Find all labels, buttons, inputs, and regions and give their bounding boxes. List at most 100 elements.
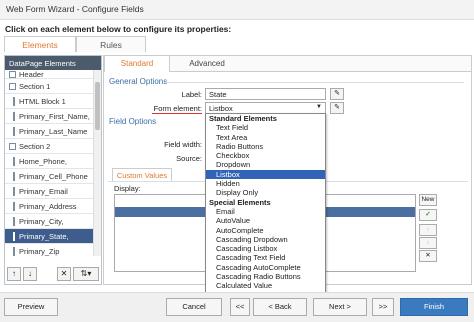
section-icon: [9, 70, 16, 78]
preview-button[interactable]: Preview: [4, 298, 58, 316]
move-value-down-button[interactable]: ↓: [419, 237, 437, 249]
field-icon: [13, 96, 15, 106]
element-item-label: Section 1: [19, 81, 51, 91]
label-edit-button[interactable]: ✎: [330, 88, 344, 100]
dropdown-option[interactable]: Hidden: [206, 179, 325, 188]
section-item[interactable]: Section 1: [5, 79, 95, 94]
dropdown-option[interactable]: Cascading Dropdown: [206, 235, 325, 244]
element-item[interactable]: Home_Phone,: [5, 154, 95, 169]
section-item[interactable]: Header: [5, 70, 95, 79]
element-item[interactable]: Primary_Last_Name: [5, 124, 95, 139]
dropdown-option[interactable]: AutoComplete: [206, 226, 325, 235]
element-item-label: Header: [19, 70, 44, 79]
properties-tab-strip: Standard Advanced: [104, 56, 471, 72]
move-down-button[interactable]: ↓: [23, 267, 37, 281]
element-item-label: HTML Block 1: [19, 96, 66, 106]
move-up-button[interactable]: ↑: [7, 267, 21, 281]
field-icon: [13, 171, 15, 181]
dropdown-option[interactable]: AutoValue: [206, 216, 325, 225]
element-item-label: Primary_Last_Name: [19, 126, 88, 136]
move-value-up-button[interactable]: ↑: [419, 224, 437, 236]
close-icon: ✕: [425, 252, 431, 259]
arrow-down-icon: ↓: [426, 239, 430, 246]
scrollbar-thumb[interactable]: [95, 82, 100, 130]
new-value-button[interactable]: New: [419, 194, 437, 206]
label-input[interactable]: State: [205, 88, 326, 100]
dropdown-option[interactable]: Listbox: [206, 169, 325, 180]
cancel-button[interactable]: Cancel: [166, 298, 222, 316]
element-list-toolbar: ↑ ↓ ✕ ⇅▾: [7, 267, 101, 283]
form-element-edit-button[interactable]: ✎: [330, 102, 344, 114]
dropdown-option[interactable]: Display Only: [206, 188, 325, 197]
label-caption: Label:: [181, 90, 202, 99]
element-item[interactable]: Primary_Address: [5, 199, 95, 214]
dropdown-option[interactable]: Cascading Text Field: [206, 253, 325, 262]
element-list-scrollbar[interactable]: [93, 70, 101, 256]
element-item-label: Section 2: [19, 141, 51, 151]
field-icon: [13, 156, 15, 166]
form-element-annotation: [152, 113, 202, 114]
accept-value-button[interactable]: ✓: [419, 209, 437, 221]
element-item-label: Home_Phone,: [19, 156, 67, 166]
dropdown-option[interactable]: Cascading AutoComplete: [206, 263, 325, 272]
delete-value-button[interactable]: ✕: [419, 250, 437, 262]
dropdown-option[interactable]: Email: [206, 207, 325, 216]
form-element-caption: Form element:: [153, 104, 202, 113]
cancel-button-label: Cancel: [182, 302, 206, 311]
element-item[interactable]: Primary_City,: [5, 214, 95, 229]
next-button-label: Next >: [329, 302, 351, 311]
label-input-value: State: [209, 90, 227, 99]
element-item[interactable]: HTML Block 1: [5, 94, 95, 109]
dropdown-option[interactable]: Radio Buttons: [206, 142, 325, 151]
dropdown-option[interactable]: Cascading Radio Buttons: [206, 272, 325, 281]
field-width-caption: Field width:: [164, 140, 202, 149]
element-item-label: Primary_Zip: [19, 246, 60, 256]
element-item[interactable]: Primary_State,: [5, 229, 95, 244]
first-step-button[interactable]: <<: [230, 298, 250, 316]
display-caption: Display:: [114, 184, 141, 193]
element-item[interactable]: Primary_First_Name,: [5, 109, 95, 124]
section-icon: [9, 82, 16, 90]
section-icon: [9, 142, 16, 150]
insert-menu-icon: ⇅▾: [80, 269, 92, 278]
delete-element-button[interactable]: ✕: [57, 267, 71, 281]
back-button[interactable]: < Back: [253, 298, 307, 316]
field-icon: [13, 186, 15, 196]
tab-elements-label: Elements: [22, 40, 58, 50]
tab-elements[interactable]: Elements: [4, 36, 76, 52]
element-item[interactable]: Primary_Cell_Phone: [5, 169, 95, 184]
element-item-label: Primary_First_Name,: [19, 111, 90, 121]
edit-icon: ✎: [334, 104, 340, 111]
dropdown-option[interactable]: Checkbox: [206, 151, 325, 160]
dropdown-option[interactable]: Text Area: [206, 133, 325, 142]
general-options-divider: [164, 82, 464, 83]
element-item-label: Primary_State,: [19, 231, 69, 241]
element-item[interactable]: Primary_Email: [5, 184, 95, 199]
last-step-button-label: >>: [378, 302, 388, 311]
tab-rules[interactable]: Rules: [76, 36, 146, 52]
element-item-label: Primary_City,: [19, 216, 64, 226]
last-step-button[interactable]: >>: [372, 298, 394, 316]
general-options-heading: General Options: [109, 77, 168, 86]
source-caption: Source:: [176, 154, 202, 163]
insert-element-button[interactable]: ⇅▾: [73, 267, 99, 281]
section-item[interactable]: Section 2: [5, 139, 95, 154]
dropdown-option[interactable]: Cascading Listbox: [206, 244, 325, 253]
field-icon: [13, 201, 15, 211]
tab-rules-label: Rules: [100, 40, 122, 50]
arrow-down-icon: ↓: [28, 269, 32, 278]
window-title-bar: Web Form Wizard - Configure Fields: [0, 0, 474, 20]
tab-advanced[interactable]: Advanced: [174, 56, 240, 72]
tab-custom-values[interactable]: Custom Values: [112, 168, 172, 181]
element-item[interactable]: Primary_Zip: [5, 244, 95, 256]
preview-button-label: Preview: [17, 302, 45, 311]
next-button[interactable]: Next >: [313, 298, 367, 316]
tab-standard[interactable]: Standard: [104, 56, 170, 72]
dropdown-option[interactable]: Dropdown: [206, 160, 325, 169]
dropdown-option[interactable]: Text Field: [206, 123, 325, 132]
form-element-dropdown-list[interactable]: Standard Elements Text Field Text Area Radi…: [205, 113, 326, 299]
first-step-button-label: <<: [235, 302, 245, 311]
finish-button[interactable]: Finish: [400, 298, 468, 316]
dropdown-option[interactable]: Calculated Value: [206, 281, 325, 290]
wizard-footer: Preview Cancel << < Back Next > >> Finis…: [0, 292, 474, 322]
